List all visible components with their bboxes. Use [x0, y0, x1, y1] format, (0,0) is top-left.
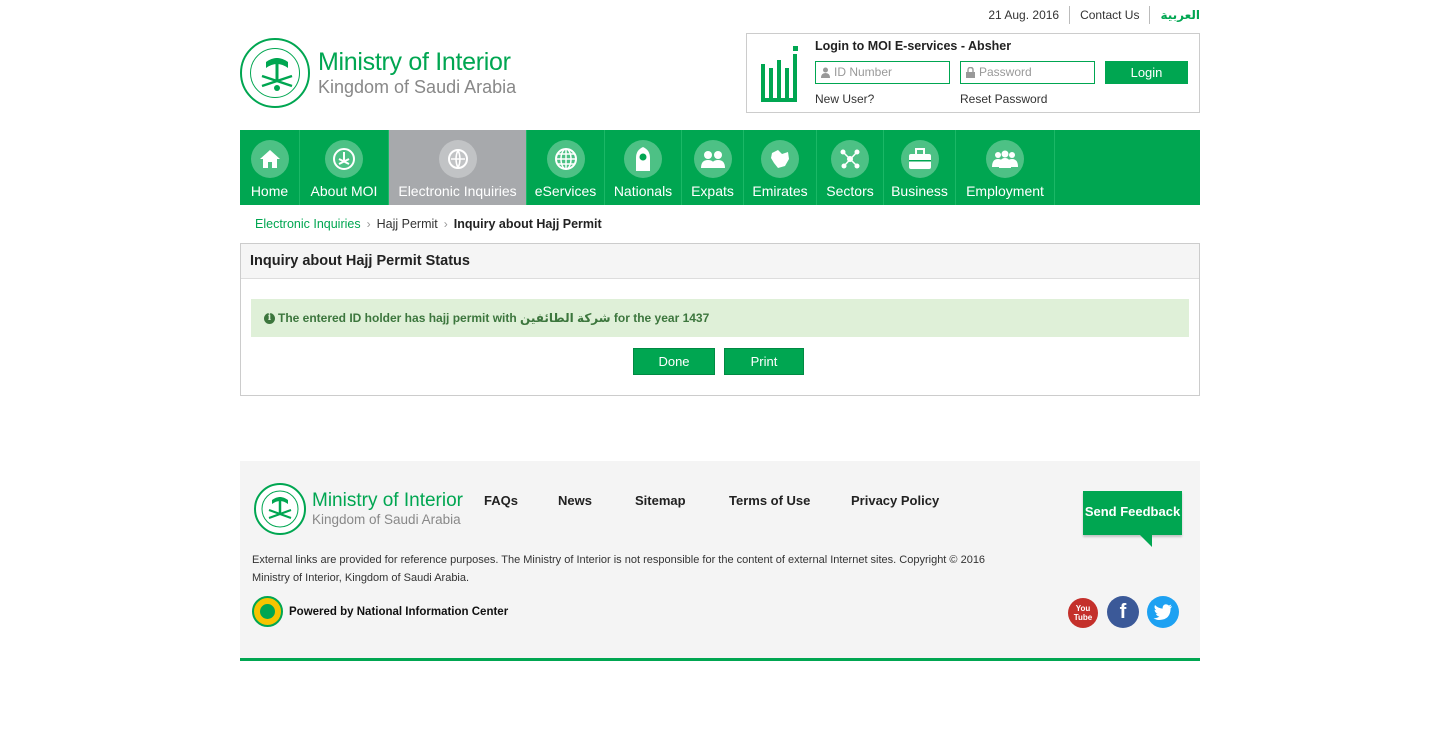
- nav-label: Business: [891, 183, 948, 199]
- id-number-placeholder: ID Number: [834, 65, 893, 79]
- reset-password-link[interactable]: Reset Password: [960, 92, 1047, 106]
- info-icon: i: [264, 312, 275, 324]
- nav-item-sectors[interactable]: Sectors: [817, 130, 884, 205]
- print-button[interactable]: Print: [724, 348, 804, 375]
- footer-link-news[interactable]: News: [558, 493, 592, 508]
- panel-title: Inquiry about Hajj Permit Status: [241, 244, 1199, 279]
- moi-emblem-icon: [240, 38, 310, 108]
- send-feedback-button[interactable]: Send Feedback: [1083, 491, 1182, 535]
- id-number-input[interactable]: ID Number: [815, 61, 950, 84]
- brand-subtitle: Kingdom of Saudi Arabia: [318, 77, 517, 97]
- chevron-right-icon: ›: [366, 217, 371, 231]
- done-button[interactable]: Done: [633, 348, 715, 375]
- chevron-right-icon: ›: [443, 217, 448, 231]
- contact-us-link[interactable]: Contact Us: [1070, 6, 1149, 24]
- user-icon: [821, 67, 830, 78]
- breadcrumb-hajj-permit[interactable]: Hajj Permit: [377, 217, 438, 231]
- disclaimer-line: Ministry of Interior, Kingdom of Saudi A…: [252, 572, 470, 584]
- home-icon: [259, 150, 280, 168]
- nav-item-electronic-inquiries[interactable]: Electronic Inquiries: [389, 130, 527, 205]
- lock-icon: [966, 67, 975, 78]
- nic-logo-icon: [252, 596, 283, 627]
- moi-emblem-icon: [254, 483, 306, 535]
- footer-logo[interactable]: Ministry of Interior Kingdom of Saudi Ar…: [254, 483, 463, 535]
- footer: Ministry of Interior Kingdom of Saudi Ar…: [240, 461, 1200, 658]
- nav-item-home[interactable]: Home: [240, 130, 300, 205]
- map-icon: [771, 150, 789, 168]
- breadcrumb-electronic-inquiries[interactable]: Electronic Inquiries: [255, 217, 361, 231]
- nav-label: Expats: [691, 183, 734, 199]
- feedback-tail: [1140, 535, 1152, 547]
- nav-label: Electronic Inquiries: [398, 183, 517, 199]
- people-icon: [700, 151, 725, 168]
- twitter-icon[interactable]: [1147, 596, 1179, 628]
- globe-icon: [554, 148, 577, 170]
- powered-by-text: Powered by National Information Center: [289, 605, 509, 618]
- footer-brand-subtitle: Kingdom of Saudi Arabia: [312, 511, 461, 527]
- success-alert: i The entered ID holder has hajj permit …: [251, 299, 1189, 337]
- password-input[interactable]: Password: [960, 61, 1095, 84]
- nav-item-expats[interactable]: Expats: [682, 130, 744, 205]
- group-icon: [992, 150, 1018, 168]
- footer-bottom-line: [240, 658, 1200, 661]
- nav-item-nationals[interactable]: Nationals: [605, 130, 682, 205]
- nav-label: Home: [250, 183, 289, 199]
- main-nav: Home About MOI Electronic Inquiries eSer…: [240, 130, 1200, 205]
- result-panel: Inquiry about Hajj Permit Status i The e…: [240, 243, 1200, 396]
- absher-logo-icon: [761, 46, 798, 102]
- person-icon: [636, 147, 650, 171]
- footer-brand-title: Ministry of Interior: [312, 489, 463, 511]
- footer-link-sitemap[interactable]: Sitemap: [635, 493, 686, 508]
- current-date: 21 Aug. 2016: [988, 8, 1060, 22]
- nav-item-business[interactable]: Business: [884, 130, 956, 205]
- inquiries-icon: [447, 149, 468, 169]
- new-user-link[interactable]: New User?: [815, 92, 874, 106]
- briefcase-icon: [908, 148, 931, 169]
- nav-label: Nationals: [613, 183, 673, 199]
- absher-login-box: Login to MOI E-services - Absher ID Numb…: [746, 33, 1200, 113]
- facebook-icon[interactable]: f: [1107, 596, 1139, 628]
- nav-label: Employment: [966, 183, 1044, 199]
- youtube-icon[interactable]: You Tube: [1068, 598, 1098, 628]
- login-title: Login to MOI E-services - Absher: [815, 39, 1012, 53]
- footer-disclaimer: External links are provided for referenc…: [252, 551, 1012, 587]
- network-icon: [840, 149, 860, 169]
- nav-item-employment[interactable]: Employment: [956, 130, 1055, 205]
- nav-label: Emirates: [752, 183, 808, 199]
- nav-label: eServices: [534, 183, 597, 199]
- breadcrumb-current: Inquiry about Hajj Permit: [453, 217, 602, 231]
- emblem-icon: [333, 148, 355, 170]
- breadcrumb: Electronic Inquiries › Hajj Permit › Inq…: [255, 217, 602, 231]
- footer-link-terms[interactable]: Terms of Use: [729, 493, 810, 508]
- nic-credit: Powered by National Information Center: [252, 596, 508, 627]
- language-switch-link[interactable]: العربية: [1150, 6, 1200, 24]
- disclaimer-line: External links are provided for referenc…: [252, 554, 986, 566]
- nav-label: About MOI: [310, 183, 378, 199]
- brand-title: Ministry of Interior: [318, 48, 511, 76]
- nav-item-emirates[interactable]: Emirates: [744, 130, 817, 205]
- password-placeholder: Password: [979, 65, 1032, 79]
- footer-link-privacy[interactable]: Privacy Policy: [851, 493, 939, 508]
- top-bar: 21 Aug. 2016 Contact Us العربية: [978, 6, 1200, 24]
- nav-item-eservices[interactable]: eServices: [527, 130, 605, 205]
- alert-message: The entered ID holder has hajj permit wi…: [278, 311, 710, 325]
- login-button[interactable]: Login: [1105, 61, 1188, 84]
- site-logo[interactable]: Ministry of Interior Kingdom of Saudi Ar…: [240, 38, 516, 108]
- nav-item-about-moi[interactable]: About MOI: [300, 130, 389, 205]
- footer-link-faqs[interactable]: FAQs: [484, 493, 518, 508]
- nav-label: Sectors: [826, 183, 874, 199]
